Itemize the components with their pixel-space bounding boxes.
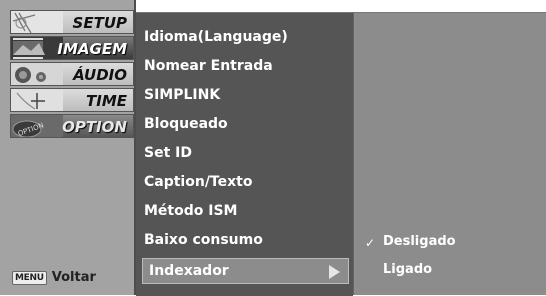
tab-imagem[interactable]: IMAGEM <box>10 36 134 60</box>
back-label: Voltar <box>51 270 96 285</box>
menu-item-idioma[interactable]: Idioma(Language) <box>144 29 288 45</box>
setup-thumbnail-icon <box>11 11 63 33</box>
tab-audio[interactable]: ÁUDIO <box>10 62 134 86</box>
menu-item-nomear-entrada[interactable]: Nomear Entrada <box>144 58 273 74</box>
option-menu: Idioma(Language) Nomear Entrada SIMPLINK… <box>136 12 353 296</box>
image-thumbnail-icon <box>11 37 63 59</box>
menu-item-caption[interactable]: Caption/Texto <box>144 174 252 190</box>
tab-setup[interactable]: SETUP <box>10 10 134 34</box>
back-hint[interactable]: MENU Voltar <box>12 270 96 285</box>
suboption-panel: ✓ Desligado Ligado <box>353 12 546 295</box>
audio-thumbnail-icon <box>11 63 63 85</box>
tab-label: TIME <box>86 92 127 110</box>
submenu-arrow-icon <box>329 265 340 279</box>
tab-option[interactable]: OPTION OPTION <box>10 114 134 138</box>
tab-label: ÁUDIO <box>73 66 127 84</box>
option-ligado[interactable]: Ligado <box>383 262 432 277</box>
category-sidebar: SETUP IMAGEM ÁUDIO TIME OPTION OPTION ME… <box>0 0 136 295</box>
menu-key-icon: MENU <box>12 270 47 285</box>
menu-item-simplink[interactable]: SIMPLINK <box>144 87 220 103</box>
tab-label: IMAGEM <box>57 40 127 58</box>
menu-item-bloqueado[interactable]: Bloqueado <box>144 116 228 132</box>
tab-time[interactable]: TIME <box>10 88 134 112</box>
menu-item-set-id[interactable]: Set ID <box>144 145 192 161</box>
option-thumbnail-icon: OPTION <box>11 115 63 137</box>
menu-item-label: Indexador <box>149 263 229 279</box>
checkmark-icon: ✓ <box>365 236 376 250</box>
tab-label: SETUP <box>72 14 127 32</box>
time-thumbnail-icon <box>11 89 63 111</box>
option-desligado[interactable]: Desligado <box>383 234 456 249</box>
menu-item-baixo-consumo[interactable]: Baixo consumo <box>144 232 263 248</box>
menu-item-indexador[interactable]: Indexador <box>142 258 349 284</box>
menu-item-metodo-ism[interactable]: Método ISM <box>144 203 237 219</box>
tab-label: OPTION <box>62 118 127 136</box>
